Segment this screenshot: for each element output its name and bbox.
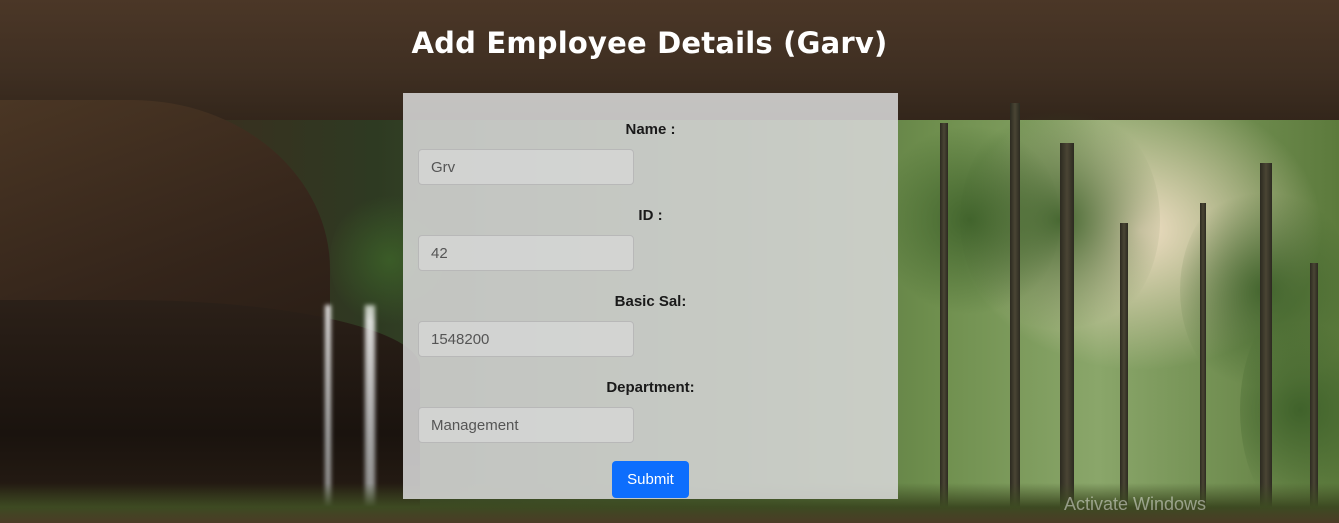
activate-windows-watermark: Activate Windows: [1064, 494, 1207, 514]
basic-salary-input[interactable]: [418, 321, 634, 357]
submit-button[interactable]: Submit: [612, 461, 689, 498]
tree-trunk: [1200, 203, 1206, 523]
employee-form: Name : ID : Basic Sal: Department: Submi…: [403, 93, 898, 499]
tree-trunk: [1120, 223, 1128, 523]
name-input[interactable]: [418, 149, 634, 185]
id-label: ID :: [638, 207, 663, 224]
tree-trunk: [1010, 103, 1020, 523]
tree-trunk: [1060, 143, 1074, 523]
id-input[interactable]: [418, 235, 634, 271]
department-label: Department:: [606, 379, 695, 396]
tree-trunk: [1260, 163, 1272, 523]
department-input[interactable]: [418, 407, 634, 443]
page-title: Add Employee Details (Garv): [411, 26, 888, 60]
basic-salary-label: Basic Sal:: [614, 293, 687, 310]
tree-trunk: [940, 123, 948, 523]
name-label: Name :: [625, 121, 676, 138]
